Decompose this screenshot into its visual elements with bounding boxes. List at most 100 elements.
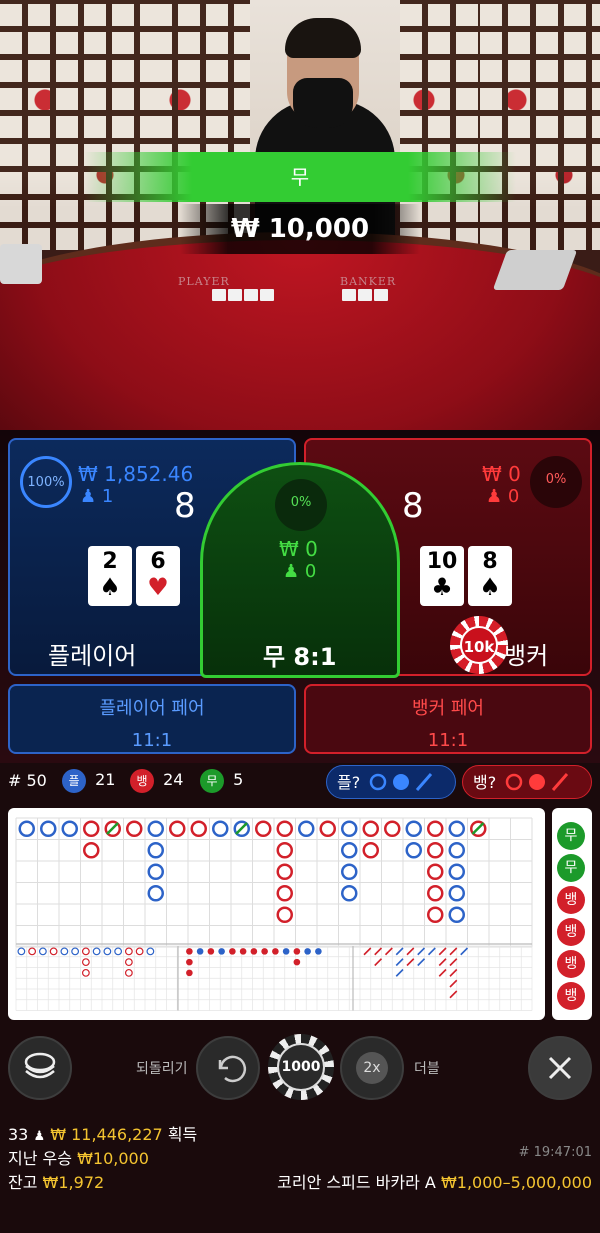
player-bead bbox=[61, 820, 78, 837]
predict-symbols-icon bbox=[506, 773, 569, 791]
big-eye-player-mark bbox=[60, 947, 69, 956]
banker-bead bbox=[169, 820, 186, 837]
player-bead bbox=[341, 863, 358, 880]
player-wins-stat: 플 21 bbox=[62, 769, 115, 793]
chip-stack-icon bbox=[24, 1052, 56, 1079]
cockroach-player-mark bbox=[417, 958, 426, 967]
banker-card-2: 8 ♠ bbox=[468, 546, 512, 606]
banker-bead bbox=[276, 842, 293, 859]
cockroach-player-mark bbox=[395, 958, 404, 967]
last-top-amount: ₩10,000 bbox=[77, 1149, 149, 1168]
player-label: 플레이어 bbox=[48, 642, 137, 670]
side-bead-tie: 무 bbox=[557, 822, 585, 850]
balance-label: 잔고 bbox=[8, 1173, 38, 1192]
card-rank: 8 bbox=[482, 549, 498, 574]
card-rank: 10 bbox=[426, 549, 458, 574]
roadmap-scoreboard[interactable] bbox=[8, 808, 545, 1020]
bet-spot-tie[interactable]: 0% ₩ 0 ♟ 0 무 8:1 bbox=[200, 462, 400, 678]
tie-bettors: ♟ 0 bbox=[283, 561, 316, 582]
banker-bead bbox=[427, 820, 444, 837]
banker-bead bbox=[362, 820, 379, 837]
banker-bead bbox=[427, 885, 444, 902]
win-amount-banner: ₩ 10,000 bbox=[180, 204, 420, 254]
banker-score: 8 bbox=[402, 486, 424, 526]
side-bead-banker: 뱅 bbox=[557, 950, 585, 978]
decor-screen-right bbox=[480, 0, 600, 250]
banker-wins-stat: 뱅 24 bbox=[130, 769, 183, 793]
game-id: # 19:47:01 bbox=[518, 1145, 592, 1160]
big-eye-player-mark bbox=[92, 947, 101, 956]
player-bead bbox=[341, 842, 358, 859]
banker-bead bbox=[427, 863, 444, 880]
tie-percent-ring: 0% bbox=[275, 479, 327, 531]
winners-amount: ₩ 11,446,227 bbox=[50, 1125, 163, 1144]
winners-suffix: 획득 bbox=[167, 1125, 198, 1144]
player-bead bbox=[212, 820, 229, 837]
small-road-banker-mark bbox=[186, 969, 193, 977]
player-bead bbox=[147, 885, 164, 902]
cockroach-player-mark bbox=[395, 968, 404, 977]
club-icon: ♣ bbox=[431, 573, 453, 601]
player-percent-ring: 100% bbox=[20, 456, 72, 508]
small-road-banker-mark bbox=[261, 948, 268, 955]
player-predict-button[interactable]: 플? bbox=[326, 765, 456, 799]
banker-predict-label: 뱅? bbox=[473, 773, 497, 792]
undo-label: 되돌리기 bbox=[136, 1061, 188, 1077]
small-road-banker-mark bbox=[207, 948, 215, 955]
big-eye-banker-mark bbox=[81, 947, 90, 956]
bet-spot-player-pair[interactable]: 플레이어 페어 11:1 bbox=[8, 684, 296, 754]
dealer-mask bbox=[293, 78, 353, 128]
big-eye-banker-mark bbox=[124, 958, 133, 967]
close-button[interactable] bbox=[528, 1036, 592, 1100]
cockroach-banker-mark bbox=[374, 947, 383, 956]
big-eye-banker-mark bbox=[124, 947, 133, 956]
small-road-banker-mark bbox=[293, 958, 301, 966]
player-bead bbox=[147, 820, 164, 837]
banker-bead bbox=[276, 863, 293, 880]
big-eye-banker-mark bbox=[49, 947, 58, 956]
cockroach-banker-mark bbox=[363, 947, 372, 956]
banker-label: 뱅커 bbox=[504, 642, 549, 670]
cockroach-banker-mark bbox=[438, 968, 447, 977]
big-eye-player-mark bbox=[103, 947, 112, 956]
banker-bet-total: ₩ 0 bbox=[482, 462, 521, 486]
big-eye-player-mark bbox=[17, 947, 26, 956]
bet-spot-banker-pair[interactable]: 뱅커 페어 11:1 bbox=[304, 684, 592, 754]
banker-bead bbox=[427, 906, 444, 923]
player-card-1: 2 ♠ bbox=[88, 546, 132, 606]
player-bead bbox=[448, 863, 465, 880]
table-info-row: 코리안 스피드 바카라 A ₩1,000–5,000,000 bbox=[277, 1169, 592, 1193]
table-card bbox=[244, 289, 258, 301]
undo-button[interactable] bbox=[196, 1036, 260, 1100]
player-dot-icon: 플 bbox=[62, 769, 86, 793]
tie-label: 무 8:1 bbox=[263, 643, 337, 671]
big-eye-banker-mark bbox=[124, 968, 133, 977]
player-bead bbox=[448, 885, 465, 902]
big-eye-banker-mark bbox=[28, 947, 37, 956]
player-bead bbox=[448, 842, 465, 859]
banker-predict-button[interactable]: 뱅? bbox=[462, 765, 592, 799]
cockroach-banker-mark bbox=[449, 990, 458, 999]
cockroach-banker-mark bbox=[384, 947, 393, 956]
tie-wins-stat: 무 5 bbox=[200, 769, 243, 793]
chip-stack-button[interactable] bbox=[8, 1036, 72, 1100]
stats-bar: # 50 플 21 뱅 24 무 5 플? 뱅? bbox=[0, 763, 600, 803]
banker-wins-count: 24 bbox=[163, 770, 184, 789]
player-bead bbox=[18, 820, 35, 837]
table-card bbox=[212, 289, 226, 301]
chip-selector[interactable]: 1000 bbox=[268, 1034, 334, 1100]
double-button[interactable]: 2x bbox=[340, 1036, 404, 1100]
player-predict-label: 플? bbox=[337, 773, 361, 792]
banker-card-1: 10 ♣ bbox=[420, 546, 464, 606]
double-label: 더블 bbox=[414, 1061, 440, 1077]
double-icon: 2x bbox=[356, 1052, 388, 1084]
table-limits: ₩1,000–5,000,000 bbox=[440, 1173, 592, 1192]
cockroach-banker-mark bbox=[449, 947, 458, 956]
banker-pair-label: 뱅커 페어 bbox=[412, 698, 484, 719]
side-bead-banker: 뱅 bbox=[557, 886, 585, 914]
banker-dot-icon: 뱅 bbox=[130, 769, 154, 793]
bead-road-grid bbox=[15, 817, 533, 1011]
card-shoe-right bbox=[492, 250, 578, 290]
banker-bettors-count: 0 bbox=[507, 486, 520, 507]
table-name: 코리안 스피드 바카라 A bbox=[277, 1173, 436, 1192]
